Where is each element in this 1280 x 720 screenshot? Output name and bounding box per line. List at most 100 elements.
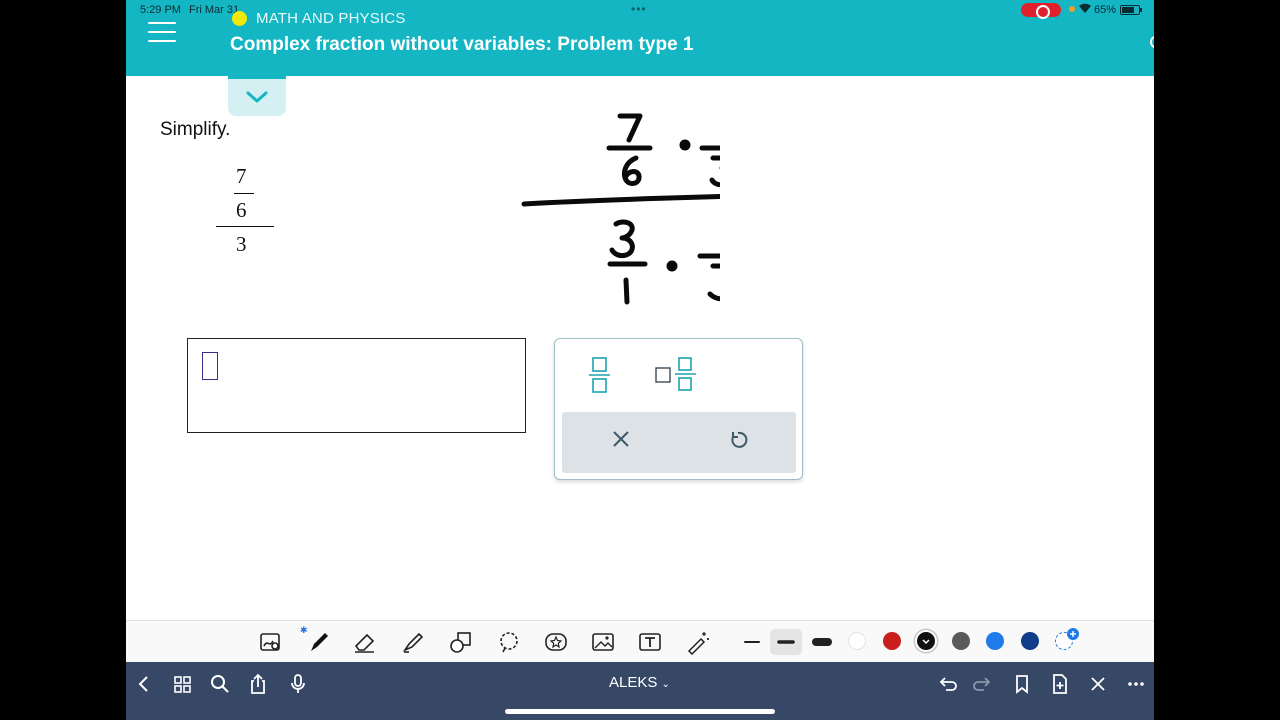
plus-icon bbox=[1067, 628, 1079, 640]
stroke-thick-icon bbox=[812, 638, 832, 646]
app-header: 5:29 PM Fri Mar 31 ••• 65% MATH AND PHYS… bbox=[126, 0, 1154, 76]
magic-icon bbox=[687, 632, 709, 656]
chevron-down-icon: ⌄ bbox=[661, 679, 670, 690]
pen-tool[interactable] bbox=[306, 629, 332, 655]
ink-six bbox=[621, 155, 642, 186]
stroke-medium-icon bbox=[777, 640, 795, 644]
drawing-toolbar: ✱ bbox=[126, 620, 1154, 662]
lasso-icon bbox=[500, 632, 518, 653]
bottom-navigation-bar: ALEKS ⌄ bbox=[126, 662, 1154, 720]
highlighter-tool[interactable] bbox=[400, 629, 426, 655]
share-button[interactable] bbox=[246, 672, 270, 696]
more-icon bbox=[1128, 682, 1144, 686]
image-icon bbox=[592, 633, 614, 651]
shapes-icon bbox=[450, 632, 471, 653]
color-red[interactable] bbox=[883, 632, 901, 650]
text-tool[interactable] bbox=[637, 629, 663, 655]
inner-denominator: 6 bbox=[236, 198, 247, 222]
redo-icon bbox=[973, 677, 991, 691]
lasso-zoom-tool[interactable] bbox=[258, 629, 284, 655]
page-title: Complex fraction without variables: Prob… bbox=[230, 34, 694, 55]
battery-icon bbox=[1120, 5, 1142, 15]
wifi-icon bbox=[1078, 2, 1092, 17]
back-button[interactable] bbox=[132, 672, 156, 696]
eraser-icon bbox=[354, 633, 375, 653]
screen-recording-icon[interactable] bbox=[1021, 3, 1061, 19]
outer-denominator: 3 bbox=[236, 232, 247, 256]
ink-three-top bbox=[709, 155, 720, 188]
sticker-tool[interactable] bbox=[543, 629, 569, 655]
ipad-screen: 5:29 PM Fri Mar 31 ••• 65% MATH AND PHYS… bbox=[126, 0, 1154, 720]
problem-prompt: Simplify. bbox=[160, 119, 231, 140]
color-navy[interactable] bbox=[1021, 632, 1039, 650]
app-name: ALEKS bbox=[609, 674, 658, 691]
more-button[interactable] bbox=[1124, 672, 1148, 696]
math-palette bbox=[554, 338, 803, 480]
stroke-medium[interactable] bbox=[770, 629, 802, 655]
collapse-header-button[interactable] bbox=[228, 76, 286, 116]
lasso-tool[interactable] bbox=[496, 629, 522, 655]
subject-indicator-icon bbox=[232, 11, 247, 26]
home-indicator[interactable] bbox=[505, 709, 775, 714]
sticker-icon bbox=[545, 633, 567, 651]
status-time: 5:29 PM bbox=[140, 4, 181, 16]
share-icon bbox=[251, 673, 265, 694]
eraser-tool[interactable] bbox=[352, 629, 378, 655]
grid-button[interactable] bbox=[170, 672, 194, 696]
mic-in-use-icon bbox=[1069, 6, 1075, 12]
shapes-tool[interactable] bbox=[448, 629, 474, 655]
stroke-thin[interactable] bbox=[740, 629, 764, 655]
clear-icon bbox=[613, 431, 629, 447]
image-tool[interactable] bbox=[590, 629, 616, 655]
ink-three-bottom bbox=[609, 219, 635, 259]
redo-button[interactable] bbox=[972, 672, 996, 696]
battery-percent: 65% bbox=[1094, 4, 1117, 16]
color-gray[interactable] bbox=[952, 632, 970, 650]
microphone-button[interactable] bbox=[286, 672, 310, 696]
app-name-menu[interactable]: ALEKS ⌄ bbox=[609, 674, 670, 691]
undo-icon bbox=[939, 677, 957, 691]
fraction-button[interactable] bbox=[583, 355, 617, 400]
ink-main-bar bbox=[521, 194, 720, 207]
grid-icon bbox=[174, 676, 191, 693]
mixed-number-icon bbox=[655, 357, 696, 391]
multitask-dots-icon[interactable]: ••• bbox=[631, 2, 647, 16]
subject-label: MATH AND PHYSICS bbox=[256, 10, 406, 27]
bookmark-icon bbox=[1016, 675, 1028, 694]
add-page-button[interactable] bbox=[1048, 672, 1072, 696]
inner-fraction-bar bbox=[234, 193, 254, 194]
clear-button[interactable] bbox=[610, 428, 632, 455]
highlighter-icon bbox=[402, 632, 424, 653]
search-button[interactable] bbox=[208, 672, 232, 696]
text-icon bbox=[639, 633, 661, 651]
stroke-thin-icon bbox=[744, 641, 760, 643]
close-button[interactable] bbox=[1086, 672, 1110, 696]
palette-actions bbox=[562, 412, 796, 473]
mixed-number-button[interactable] bbox=[653, 355, 699, 400]
fraction-icon bbox=[589, 357, 610, 393]
stroke-thick[interactable] bbox=[810, 629, 834, 655]
menu-button[interactable] bbox=[148, 22, 176, 44]
palette-undo-button[interactable] bbox=[727, 429, 749, 456]
undo-icon bbox=[731, 431, 748, 448]
answer-input[interactable] bbox=[187, 338, 526, 433]
inner-numerator: 7 bbox=[236, 164, 247, 188]
selected-check-icon bbox=[922, 639, 930, 645]
help-icon[interactable] bbox=[1150, 36, 1154, 48]
add-color-button[interactable] bbox=[1055, 628, 1079, 650]
undo-button[interactable] bbox=[934, 672, 958, 696]
magic-tool[interactable] bbox=[685, 629, 711, 656]
color-white[interactable] bbox=[848, 632, 866, 650]
bookmark-button[interactable] bbox=[1010, 672, 1034, 696]
status-date: Fri Mar 31 bbox=[189, 4, 240, 16]
answer-placeholder-box bbox=[202, 352, 218, 380]
search-icon bbox=[211, 675, 229, 693]
lasso-zoom-icon bbox=[260, 633, 280, 651]
add-page-icon bbox=[1053, 674, 1067, 694]
color-black[interactable] bbox=[917, 632, 935, 650]
ink-seven bbox=[617, 113, 643, 143]
back-icon bbox=[138, 676, 148, 692]
microphone-icon bbox=[291, 674, 305, 693]
color-blue[interactable] bbox=[986, 632, 1004, 650]
close-icon bbox=[1091, 677, 1105, 691]
